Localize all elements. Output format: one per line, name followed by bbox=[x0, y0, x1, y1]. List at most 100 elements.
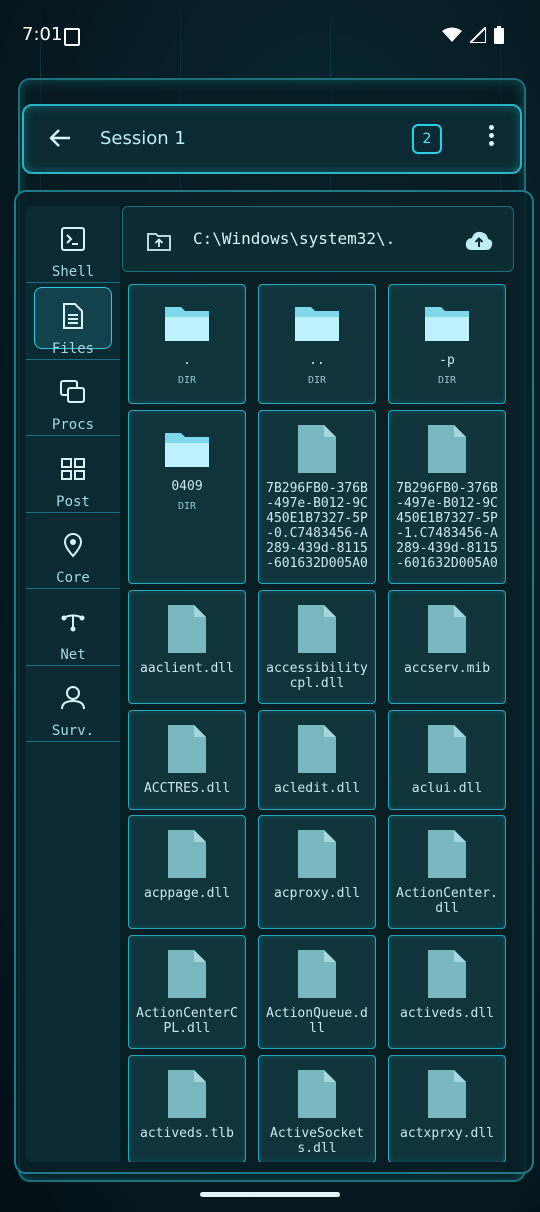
folder-tile[interactable]: -p DIR bbox=[388, 284, 506, 404]
sidebar-item-files[interactable]: Files bbox=[26, 283, 120, 360]
file-icon bbox=[298, 725, 336, 777]
file-name: 7B296FB0-376B-497e-B012-9C450E1B7327-5P-… bbox=[266, 481, 368, 571]
session-count-badge[interactable]: 2 bbox=[412, 124, 442, 154]
file-tile[interactable]: ActiveSockets.dll bbox=[258, 1055, 376, 1162]
file-tile[interactable]: acppage.dll bbox=[128, 815, 246, 929]
file-icon bbox=[428, 950, 466, 1002]
file-name: ACCTRES.dll bbox=[143, 781, 231, 796]
file-tile[interactable]: ACCTRES.dll bbox=[128, 710, 246, 810]
folder-icon bbox=[163, 303, 211, 347]
sidebar-item-net[interactable]: Net bbox=[26, 589, 120, 666]
file-name: actxprxy.dll bbox=[400, 1126, 494, 1141]
file-name: acppage.dll bbox=[143, 886, 231, 901]
person-icon bbox=[61, 686, 85, 710]
file-icon bbox=[298, 950, 336, 1002]
file-tile[interactable]: accserv.mib bbox=[388, 590, 506, 704]
file-tile[interactable]: aclui.dll bbox=[388, 710, 506, 810]
terminal-icon bbox=[61, 227, 85, 251]
sidebar-item-post[interactable]: Post bbox=[26, 436, 120, 513]
sidebar-item-core[interactable]: Core bbox=[26, 512, 120, 589]
overflow-menu-icon[interactable] bbox=[486, 122, 496, 152]
file-icon bbox=[298, 425, 336, 477]
folder-tile[interactable]: . DIR bbox=[128, 284, 246, 404]
file-icon bbox=[428, 1070, 466, 1122]
folder-icon bbox=[293, 303, 341, 347]
file-tile[interactable]: actxprxy.dll bbox=[388, 1055, 506, 1162]
file-tile[interactable]: accessibilitycpl.dll bbox=[258, 590, 376, 704]
file-kind: DIR bbox=[177, 501, 197, 512]
file-tile[interactable]: ActionCenter.dll bbox=[388, 815, 506, 929]
file-icon bbox=[428, 830, 466, 882]
file-icon bbox=[168, 830, 206, 882]
file-name: activeds.tlb bbox=[140, 1126, 234, 1141]
file-icon bbox=[298, 1070, 336, 1122]
file-tile[interactable]: ActionQueue.dll bbox=[258, 935, 376, 1049]
sidebar-item-label: Net bbox=[60, 646, 86, 663]
file-name: aclui.dll bbox=[411, 781, 483, 796]
folder-icon bbox=[163, 429, 211, 473]
file-tile[interactable]: ActionCenterCPL.dll bbox=[128, 935, 246, 1049]
folder-tile[interactable]: .. DIR bbox=[258, 284, 376, 404]
sidebar-item-label: Surv. bbox=[51, 723, 95, 739]
file-tile[interactable]: acledit.dll bbox=[258, 710, 376, 810]
file-kind: DIR bbox=[307, 375, 327, 386]
processes-icon bbox=[60, 380, 85, 403]
sidebar-item-procs[interactable]: Procs bbox=[26, 359, 120, 436]
network-icon bbox=[61, 614, 85, 631]
file-name: ActionCenter.dll bbox=[396, 886, 498, 916]
session-title: Session 1 bbox=[100, 128, 186, 149]
file-icon bbox=[168, 725, 206, 777]
home-indicator[interactable] bbox=[200, 1192, 340, 1197]
file-icon bbox=[298, 605, 336, 657]
file-icon bbox=[428, 725, 466, 777]
file-tile[interactable]: aaclient.dll bbox=[128, 590, 246, 704]
file-kind: DIR bbox=[437, 375, 457, 386]
folder-up-icon[interactable] bbox=[147, 231, 171, 251]
file-name: .. bbox=[309, 353, 325, 368]
cloud-upload-icon[interactable] bbox=[465, 229, 493, 251]
sidebar: Shell Files Procs Post Core Net Surv. bbox=[26, 206, 120, 1162]
file-name: activeds.dll bbox=[400, 1006, 494, 1021]
sidebar-item-label: Procs bbox=[51, 417, 95, 433]
file-name: acproxy.dll bbox=[273, 886, 361, 901]
session-header: Session 1 2 bbox=[22, 104, 522, 174]
back-arrow-icon[interactable] bbox=[46, 124, 74, 152]
signal-icon bbox=[470, 27, 486, 43]
sidebar-item-label: Files bbox=[51, 340, 95, 357]
sidebar-item-label: Core bbox=[56, 570, 90, 586]
path-display[interactable]: C:\Windows\system32\. bbox=[193, 229, 395, 248]
status-time: 7:01 bbox=[22, 24, 63, 45]
path-bar: C:\Windows\system32\. bbox=[122, 206, 514, 272]
file-icon bbox=[428, 605, 466, 657]
file-tile[interactable]: activeds.dll bbox=[388, 935, 506, 1049]
file-name: accserv.mib bbox=[403, 661, 491, 676]
folder-tile[interactable]: 0409 DIR bbox=[128, 410, 246, 584]
file-icon bbox=[298, 830, 336, 882]
location-pin-icon bbox=[63, 533, 83, 558]
file-name: ActiveSockets.dll bbox=[270, 1126, 364, 1156]
file-name: ActionCenterCPL.dll bbox=[136, 1006, 238, 1036]
file-tile[interactable]: 7B296FB0-376B-497e-B012-9C450E1B7327-5P-… bbox=[388, 410, 506, 584]
file-name: -p bbox=[439, 353, 455, 368]
sidebar-item-label: Shell bbox=[51, 264, 95, 280]
sidebar-item-shell[interactable]: Shell bbox=[26, 206, 120, 283]
file-name: aaclient.dll bbox=[140, 661, 234, 676]
file-name: acledit.dll bbox=[273, 781, 361, 796]
file-tile[interactable]: 7B296FB0-376B-497e-B012-9C450E1B7327-5P-… bbox=[258, 410, 376, 584]
file-grid: . DIR.. DIR -p DIR 0409 DIR 7B296FB0-376B-497e-… bbox=[128, 284, 508, 1162]
notification-icon bbox=[64, 28, 80, 46]
battery-icon bbox=[494, 26, 504, 44]
file-kind: DIR bbox=[177, 375, 197, 386]
file-name: . bbox=[183, 353, 191, 368]
wifi-icon bbox=[442, 27, 462, 42]
file-tile[interactable]: activeds.tlb bbox=[128, 1055, 246, 1162]
grid-icon bbox=[61, 457, 85, 480]
file-tile[interactable]: acproxy.dll bbox=[258, 815, 376, 929]
document-icon bbox=[63, 302, 83, 329]
file-name: ActionQueue.dll bbox=[266, 1006, 368, 1036]
file-name: 0409 bbox=[171, 479, 203, 494]
file-name: accessibilitycpl.dll bbox=[266, 661, 368, 691]
file-icon bbox=[428, 425, 466, 477]
sidebar-item-surv[interactable]: Surv. bbox=[26, 665, 120, 742]
folder-icon bbox=[423, 303, 471, 347]
